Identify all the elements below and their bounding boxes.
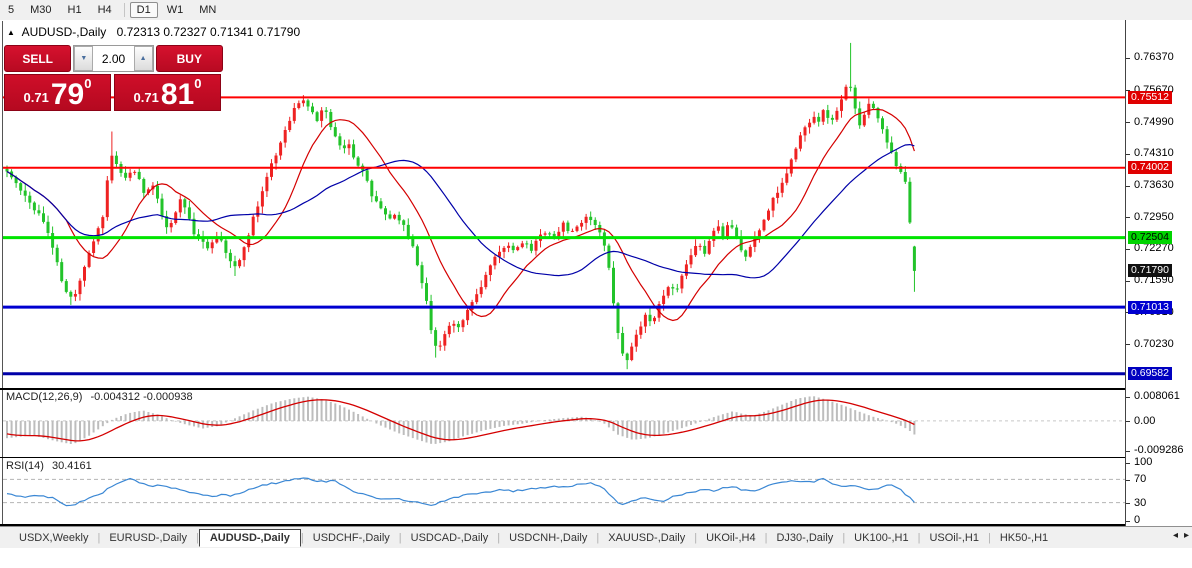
tick-mark (1126, 396, 1130, 398)
symbol-tab-xauusd[interactable]: XAUUSD-,Daily (599, 530, 694, 546)
price-level-badge: 0.75512 (1128, 90, 1172, 104)
panel-separator[interactable] (0, 457, 1192, 458)
symbol-tab-usdcad[interactable]: USDCAD-,Daily (402, 530, 498, 546)
tick-mark (1126, 479, 1130, 481)
timeframe-button-w1[interactable]: W1 (160, 2, 191, 18)
volume-increase-icon[interactable]: ▲ (133, 46, 153, 71)
tick-mark (1126, 421, 1130, 423)
symbol-tab-hk50[interactable]: HK50-,H1 (991, 530, 1057, 546)
rsi-scale-70: 70 (1134, 473, 1147, 486)
volume-value[interactable]: 2.00 (93, 46, 133, 71)
price-level-badge: 0.71790 (1128, 264, 1172, 278)
rsi-canvas[interactable] (3, 458, 1125, 524)
one-click-trade-widget: SELL ▼ 2.00 ▲ BUY 0.71 79 0 0.71 81 0 (4, 45, 223, 111)
chart-pane[interactable]: ▲ AUDUSD-,Daily 0.72313 0.72327 0.71341 … (0, 20, 1192, 548)
timeframe-toolbar: 5 M30 H1 H4 D1 W1 MN (0, 0, 1192, 21)
sell-price-big: 79 (50, 78, 85, 111)
tick-mark (1126, 503, 1130, 505)
timeframe-button-m30[interactable]: M30 (23, 2, 58, 18)
sell-button[interactable]: SELL (4, 45, 72, 72)
timeframe-button-mn[interactable]: MN (192, 2, 223, 18)
tick-mark (1126, 344, 1130, 346)
timeframe-button-5[interactable]: 5 (1, 2, 21, 18)
toolbar-separator (123, 3, 125, 17)
buy-price-pipette: 0 (194, 76, 202, 91)
price-tick: 0.73630 (1134, 179, 1174, 192)
tick-mark (1126, 153, 1130, 155)
tick-mark (1126, 185, 1130, 187)
chart-title: ▲ AUDUSD-,Daily 0.72313 0.72327 0.71341 … (7, 25, 300, 39)
macd-label: MACD(12,26,9) -0.004312 -0.000938 (6, 391, 193, 403)
timeframe-button-h1[interactable]: H1 (61, 2, 89, 18)
volume-decrease-icon[interactable]: ▼ (74, 46, 94, 71)
macd-scale-mid: 0.00 (1134, 414, 1156, 427)
tick-mark (1126, 248, 1130, 250)
tick-mark (1126, 280, 1130, 282)
volume-spinner[interactable]: ▼ 2.00 ▲ (73, 45, 154, 72)
tab-scroll-right-icon[interactable]: ▸ (1184, 530, 1189, 541)
price-level-badge: 0.72504 (1128, 231, 1172, 245)
tick-mark (1126, 450, 1130, 452)
price-level-badge: 0.71013 (1128, 300, 1172, 314)
collapse-arrow-icon: ▲ (7, 28, 15, 37)
rsi-name: RSI(14) (6, 460, 44, 472)
symbol-tab-usdcnh[interactable]: USDCNH-,Daily (500, 530, 596, 546)
sell-price-prefix: 0.71 (23, 90, 49, 105)
rsi-value: 30.4161 (51, 460, 92, 472)
tab-scroll-left-icon[interactable]: ◂ (1173, 530, 1178, 541)
tick-mark (1126, 217, 1130, 219)
rsi-scale-30: 30 (1134, 496, 1147, 509)
panel-separator (0, 524, 1192, 526)
macd-scale-min: -0.009286 (1134, 444, 1184, 456)
symbol-tab-usdchf[interactable]: USDCHF-,Daily (304, 530, 399, 546)
tick-mark (1126, 462, 1130, 464)
price-tick: 0.74990 (1134, 115, 1174, 128)
buy-button[interactable]: BUY (155, 45, 223, 72)
sell-price-pipette: 0 (84, 76, 92, 91)
price-axis[interactable]: 0.763700.756700.749900.743100.736300.729… (1126, 20, 1192, 526)
price-tick: 0.70230 (1134, 337, 1174, 350)
sell-price-panel[interactable]: 0.71 79 0 (4, 74, 111, 111)
panel-separator[interactable] (0, 388, 1192, 390)
macd-name: MACD(12,26,9) (6, 391, 83, 403)
timeframe-button-d1[interactable]: D1 (129, 2, 158, 18)
symbol-tab-usoil[interactable]: USOil-,H1 (920, 530, 988, 546)
chart-ohlc-values: 0.72313 0.72327 0.71341 0.71790 (116, 25, 301, 39)
rsi-scale-100: 100 (1134, 456, 1153, 468)
price-level-badge: 0.74002 (1128, 161, 1172, 175)
tick-mark (1126, 57, 1130, 59)
tick-mark (1126, 122, 1130, 124)
buy-price-big: 81 (160, 78, 195, 111)
rsi-label: RSI(14) 30.4161 (6, 460, 92, 472)
symbol-tab-eurusd[interactable]: EURUSD-,Daily (100, 530, 196, 546)
macd-values: -0.004312 -0.000938 (90, 391, 193, 403)
macd-scale-max: 0.008061 (1134, 390, 1180, 402)
price-tick: 0.76370 (1134, 51, 1174, 64)
symbol-tab-ukoil[interactable]: UKOil-,H4 (697, 530, 765, 546)
rsi-scale-0: 0 (1134, 514, 1141, 526)
symbol-tab-audusd[interactable]: AUDUSD-,Daily (198, 528, 301, 547)
buy-price-panel[interactable]: 0.71 81 0 (114, 74, 221, 111)
price-level-badge: 0.69582 (1128, 367, 1172, 381)
tick-mark (1126, 520, 1130, 522)
symbol-tab-uk100[interactable]: UK100-,H1 (845, 530, 917, 546)
chart-symbol-label: AUDUSD-,Daily (21, 25, 107, 39)
price-tick: 0.74310 (1134, 147, 1174, 160)
timeframe-button-h4[interactable]: H4 (91, 2, 119, 18)
symbol-tab-usdx[interactable]: USDX,Weekly (10, 530, 97, 546)
symbol-tab-bar: USDX,Weekly | EURUSD-,Daily | AUDUSD-,Daily |… (0, 526, 1192, 548)
buy-price-prefix: 0.71 (133, 90, 159, 105)
price-tick: 0.72950 (1134, 210, 1174, 223)
price-tick: 0.72270 (1134, 242, 1174, 255)
symbol-tab-dj30[interactable]: DJ30-,Daily (767, 530, 842, 546)
